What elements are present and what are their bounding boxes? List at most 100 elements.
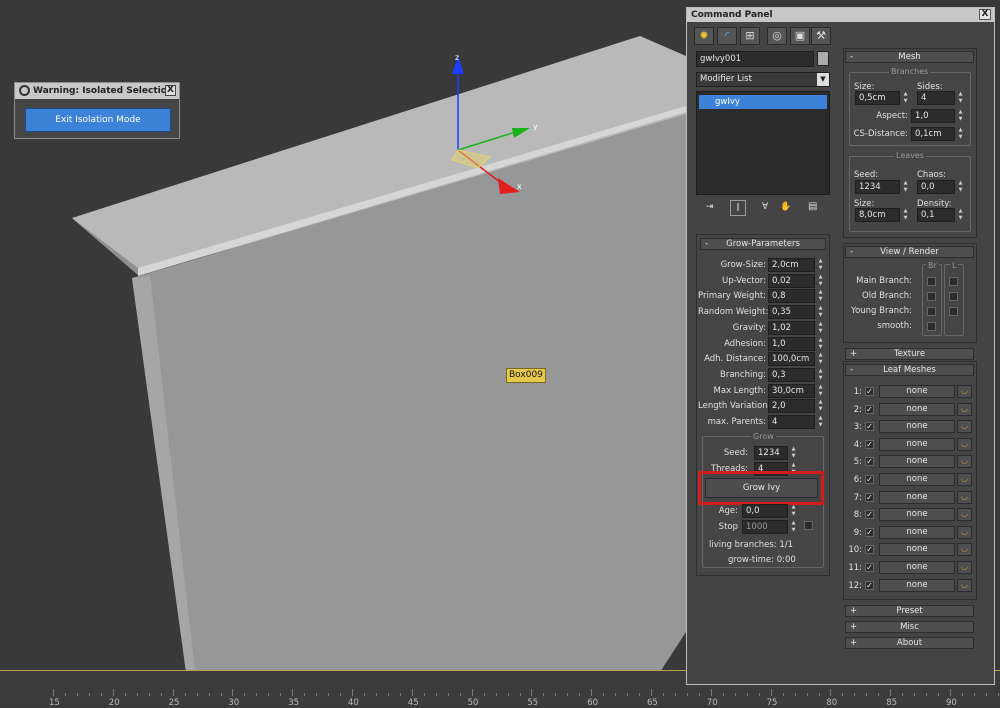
spinner-icon[interactable]: ▲ ▼ <box>789 504 798 518</box>
leaf-meshes-header[interactable]: - Leaf Meshes <box>845 364 974 376</box>
misc-header[interactable]: + Misc <box>845 621 974 633</box>
pick-object-icon[interactable]: ◡ <box>957 437 972 451</box>
spinner-icon[interactable]: ▲ ▼ <box>816 258 825 272</box>
modifier-list-dropdown[interactable]: Modifier List ▼ <box>696 72 830 87</box>
leaf-render-checkbox[interactable] <box>949 307 958 316</box>
grow-seed-field[interactable]: 1234 <box>754 446 788 460</box>
spinner-icon[interactable]: ▲ ▼ <box>956 208 965 222</box>
leaf-slot-checkbox[interactable]: ✓ <box>865 545 874 555</box>
chevron-down-icon[interactable]: ▼ <box>817 73 829 86</box>
spinner-icon[interactable]: ▲ ▼ <box>816 368 825 382</box>
pick-object-icon[interactable]: ◡ <box>957 490 972 504</box>
about-header[interactable]: + About <box>845 637 974 649</box>
pick-object-icon[interactable]: ◡ <box>957 578 972 592</box>
branch-render-checkbox[interactable] <box>927 322 936 331</box>
grow-param-field[interactable]: 2,0cm <box>768 258 815 272</box>
leaf-slot-checkbox[interactable]: ✓ <box>865 457 874 467</box>
grow-param-field[interactable]: 2,0 <box>768 399 815 414</box>
create-icon[interactable]: ✸ <box>694 27 714 45</box>
cs-distance-field[interactable]: 0,1cm <box>911 127 955 141</box>
utilities-icon[interactable]: ⚒ <box>811 27 831 45</box>
spinner-icon[interactable]: ▲ ▼ <box>956 109 965 123</box>
grow-param-field[interactable]: 0,35 <box>768 305 815 320</box>
grow-param-field[interactable]: 0,8 <box>768 289 815 304</box>
spinner-icon[interactable]: ▲ ▼ <box>816 274 825 288</box>
spinner-icon[interactable]: ▲ ▼ <box>956 127 965 141</box>
branch-render-checkbox[interactable] <box>927 292 936 301</box>
leaf-slot-checkbox[interactable]: ✓ <box>865 563 874 572</box>
spinner-icon[interactable]: ▲ ▼ <box>816 399 825 413</box>
leaf-slot-checkbox[interactable]: ✓ <box>865 510 874 520</box>
leaf-slot-checkbox[interactable]: ✓ <box>865 387 874 396</box>
motion-icon[interactable]: ◎ <box>767 27 787 45</box>
leaf-render-checkbox[interactable] <box>949 292 958 301</box>
leaf-mesh-button[interactable]: none <box>879 420 955 434</box>
grow-ivy-button[interactable]: Grow Ivy <box>705 478 818 498</box>
spinner-icon[interactable]: ▲ ▼ <box>789 520 798 534</box>
pick-object-icon[interactable]: ◡ <box>957 543 972 557</box>
spinner-icon[interactable]: ▲ ▼ <box>901 91 910 105</box>
pick-object-icon[interactable]: ◡ <box>957 385 972 398</box>
age-field[interactable]: 0,0 <box>742 504 788 518</box>
leaf-mesh-button[interactable]: none <box>879 402 955 416</box>
close-icon[interactable]: X <box>979 9 991 20</box>
leaf-size-field[interactable]: 8,0cm <box>855 208 900 222</box>
leaf-slot-checkbox[interactable]: ✓ <box>865 527 874 537</box>
object-name-field[interactable]: gwIvy001 <box>696 51 814 67</box>
leaf-mesh-button[interactable]: none <box>879 578 955 592</box>
spinner-icon[interactable]: ▲ ▼ <box>816 321 825 335</box>
stop-checkbox[interactable] <box>804 521 813 530</box>
mesh-header[interactable]: - Mesh <box>845 51 974 63</box>
pick-object-icon[interactable]: ◡ <box>957 508 972 522</box>
modify-icon[interactable]: ◜ <box>717 27 737 45</box>
spinner-icon[interactable]: ▲ ▼ <box>816 289 825 303</box>
spinner-icon[interactable]: ▲ ▼ <box>816 415 825 429</box>
spinner-icon[interactable]: ▲ ▼ <box>816 337 825 351</box>
grow-param-field[interactable]: 0,3 <box>768 367 815 382</box>
leaf-slot-checkbox[interactable]: ✓ <box>865 422 874 432</box>
pick-object-icon[interactable]: ◡ <box>957 473 972 486</box>
leaf-slot-checkbox[interactable]: ✓ <box>865 475 874 484</box>
stack-item[interactable]: gwIvy <box>699 95 827 109</box>
leaf-mesh-button[interactable]: none <box>879 561 955 574</box>
leaf-render-checkbox[interactable] <box>949 277 958 286</box>
view-render-header[interactable]: - View / Render <box>845 246 974 258</box>
leaf-mesh-button[interactable]: none <box>879 508 955 522</box>
leaf-slot-checkbox[interactable]: ✓ <box>865 580 874 590</box>
pick-object-icon[interactable]: ◡ <box>957 525 972 539</box>
leaf-slot-checkbox[interactable]: ✓ <box>865 404 874 414</box>
grow-param-field[interactable]: 100,0cm <box>768 352 815 367</box>
make-unique-icon[interactable]: ∀ <box>762 202 768 212</box>
close-icon[interactable]: X <box>165 85 176 96</box>
leaf-slot-checkbox[interactable]: ✓ <box>865 439 874 449</box>
spinner-icon[interactable]: ▲ ▼ <box>956 180 965 194</box>
leaf-mesh-button[interactable]: none <box>879 437 955 451</box>
aspect-field[interactable]: 1,0 <box>911 109 955 123</box>
chaos-field[interactable]: 0,0 <box>917 180 955 194</box>
spinner-icon[interactable]: ▲ ▼ <box>816 384 825 398</box>
grow-param-field[interactable]: 1,0 <box>768 336 815 351</box>
grow-param-field[interactable]: 0,02 <box>768 273 815 288</box>
pick-object-icon[interactable]: ◡ <box>957 402 972 416</box>
preset-header[interactable]: + Preset <box>845 605 974 617</box>
leaf-mesh-button[interactable]: none <box>879 525 955 539</box>
remove-modifier-icon[interactable]: ✋ <box>780 202 791 212</box>
display-icon[interactable]: ▣ <box>790 27 810 45</box>
branch-size-field[interactable]: 0,5cm <box>855 91 900 105</box>
pick-object-icon[interactable]: ◡ <box>957 420 972 434</box>
spinner-icon[interactable]: ▲ ▼ <box>789 446 798 460</box>
leaf-mesh-button[interactable]: none <box>879 385 955 398</box>
object-color-swatch[interactable] <box>817 51 829 66</box>
exit-isolation-button[interactable]: Exit Isolation Mode <box>25 108 171 132</box>
spinner-icon[interactable]: ▲ ▼ <box>816 352 825 366</box>
stop-field[interactable]: 1000 <box>742 520 788 534</box>
leaf-mesh-button[interactable]: none <box>879 543 955 557</box>
grow-param-field[interactable]: 1,02 <box>768 320 815 335</box>
branch-render-checkbox[interactable] <box>927 277 936 286</box>
leaf-mesh-button[interactable]: none <box>879 490 955 504</box>
grow-param-field[interactable]: 30,0cm <box>768 383 815 398</box>
modifier-stack[interactable]: gwIvy <box>696 91 830 195</box>
leaf-mesh-button[interactable]: none <box>879 455 955 469</box>
spinner-icon[interactable]: ▲ ▼ <box>901 208 910 222</box>
grow-param-field[interactable]: 4 <box>768 415 815 429</box>
